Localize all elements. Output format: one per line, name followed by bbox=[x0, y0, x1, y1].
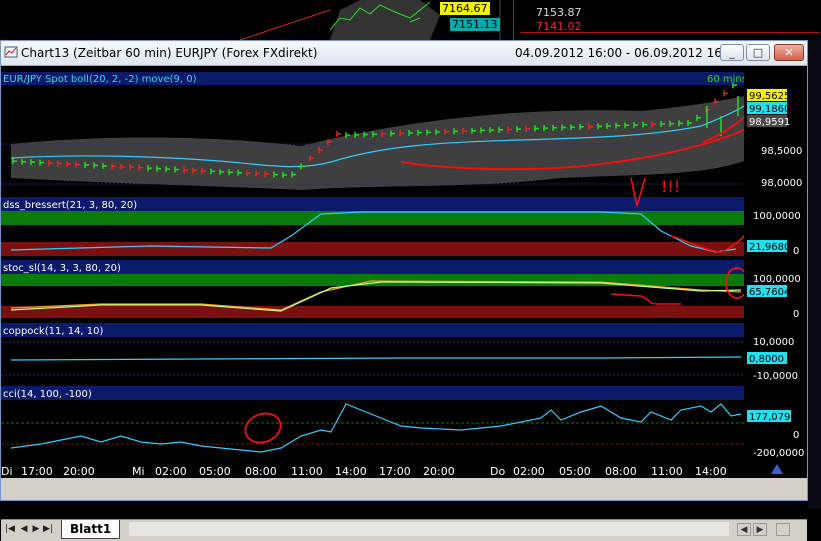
window-title: Chart13 (Zeitbar 60 min) EURJPY (Forex F… bbox=[21, 46, 318, 60]
stoc-panel-label: stoc_sl(14, 3, 3, 80, 20) bbox=[3, 263, 121, 274]
chart-window: Chart13 (Zeitbar 60 min) EURJPY (Forex F… bbox=[0, 40, 808, 541]
cci-axis-tick-1: 0 bbox=[793, 430, 799, 441]
sheet-tab[interactable]: Blatt1 bbox=[61, 520, 121, 539]
boll-mid-value: 99,1860 bbox=[749, 104, 790, 115]
chart-canvas[interactable]: EUR/JPY Spot boll(20, 2, -2) move(9, 0) … bbox=[1, 66, 807, 478]
sheet-bar: |◀ ◀ ▶ ▶| Blatt1 ◀ ▶ bbox=[1, 519, 807, 541]
stoc-oversold-band bbox=[1, 306, 744, 318]
boll-low-value: 98,9591 bbox=[749, 117, 790, 128]
time-tick-label: 20:00 bbox=[423, 465, 455, 478]
stoc-panel: stoc_sl(14, 3, 3, 80, 20) 100,0000 65,76… bbox=[1, 260, 807, 323]
time-tick-label: 02:00 bbox=[155, 465, 187, 478]
time-tick-label: Do bbox=[490, 465, 505, 478]
first-sheet-button[interactable]: |◀ bbox=[5, 523, 15, 536]
cci-value: 177,0794 bbox=[749, 412, 797, 423]
time-tick-label: 05:00 bbox=[199, 465, 231, 478]
time-tick-label: 14:00 bbox=[695, 465, 727, 478]
time-axis: Di 17:00 20:00 Mi 02:00 05:00 08:00 11:00 14:00 1… bbox=[1, 462, 807, 478]
chart-area[interactable]: EUR/JPY Spot boll(20, 2, -2) move(9, 0) … bbox=[1, 66, 807, 478]
dss-panel: dss_bressert(21, 3, 80, 20) !!! 100,0000… bbox=[1, 177, 807, 260]
time-tick-label: Mi bbox=[132, 465, 145, 478]
horizontal-scrollbar[interactable] bbox=[129, 522, 729, 536]
cci-panel: cci(14, 100, -100) 177,0794 0 -200,0000 bbox=[1, 386, 807, 459]
annotation-exclamation: !!! bbox=[661, 177, 680, 196]
time-tick-label: 11:00 bbox=[291, 465, 323, 478]
coppock-panel-header bbox=[1, 323, 744, 337]
scroll-right-button[interactable]: ▶ bbox=[753, 523, 767, 536]
quote-high: 7153.87 bbox=[536, 6, 582, 19]
time-tick-label: 08:00 bbox=[245, 465, 277, 478]
price-panel-label: EUR/JPY Spot boll(20, 2, -2) move(9, 0) bbox=[3, 74, 197, 85]
cci-panel-header bbox=[1, 386, 744, 400]
minimize-icon: _ bbox=[729, 46, 735, 59]
time-tick-label: 11:00 bbox=[651, 465, 683, 478]
time-tick-label: 17:00 bbox=[379, 465, 411, 478]
time-tick-label: Di bbox=[1, 465, 13, 478]
time-tick-label: 08:00 bbox=[605, 465, 637, 478]
date-range: 04.09.2012 16:00 - 06.09.2012 16:00 bbox=[515, 46, 742, 60]
coppock-panel-label: coppock(11, 14, 10) bbox=[3, 326, 104, 337]
background-level-line bbox=[520, 32, 820, 33]
minimize-button[interactable]: _ bbox=[720, 44, 744, 61]
chart-window-icon bbox=[4, 46, 18, 58]
prev-sheet-button[interactable]: ◀ bbox=[19, 523, 29, 536]
dss-axis-tick-1: 100,0000 bbox=[753, 211, 801, 222]
price-last-value: 99,5625 bbox=[749, 91, 790, 102]
maximize-icon: □ bbox=[752, 46, 764, 59]
dss-panel-label: dss_bressert(21, 3, 80, 20) bbox=[3, 200, 137, 211]
stoc-axis-tick-1: 100,0000 bbox=[753, 274, 801, 285]
quote-bid: 7151.13 bbox=[450, 18, 500, 31]
stoc-annotation bbox=[610, 293, 681, 305]
coppock-axis-tick-1: 10,0000 bbox=[753, 337, 794, 348]
price-axis-tick-2: 98,0000 bbox=[761, 178, 802, 189]
scroll-left-button[interactable]: ◀ bbox=[737, 523, 751, 536]
coppock-line bbox=[10, 356, 742, 361]
time-tick-label: 17:00 bbox=[21, 465, 53, 478]
cci-annotation-circle bbox=[244, 412, 282, 444]
title-bar[interactable]: Chart13 (Zeitbar 60 min) EURJPY (Forex F… bbox=[1, 41, 807, 66]
price-axis-tick-1: 98,5000 bbox=[761, 146, 802, 157]
time-tick-label: 05:00 bbox=[559, 465, 591, 478]
maximize-button[interactable]: □ bbox=[746, 44, 770, 61]
coppock-panel: coppock(11, 14, 10) 10,0000 0,8000 -10,0… bbox=[1, 323, 807, 386]
close-icon: ✕ bbox=[784, 46, 794, 59]
cci-panel-label: cci(14, 100, -100) bbox=[3, 389, 92, 400]
coppock-value: 0,8000 bbox=[749, 354, 784, 365]
timeframe-label: 60 mins bbox=[707, 74, 747, 85]
dss-oversold-band bbox=[1, 242, 744, 256]
dss-axis-tick-2: 0 bbox=[793, 246, 799, 257]
background-right-strip bbox=[808, 40, 821, 509]
time-tick-label: 14:00 bbox=[335, 465, 367, 478]
last-sheet-button[interactable]: ▶| bbox=[43, 523, 53, 536]
price-panel: EUR/JPY Spot boll(20, 2, -2) move(9, 0) … bbox=[1, 72, 807, 197]
stoc-axis-tick-2: 0 bbox=[793, 309, 799, 320]
coppock-axis-tick-2: -10,0000 bbox=[753, 371, 798, 382]
next-sheet-button[interactable]: ▶ bbox=[31, 523, 41, 536]
scroll-corner bbox=[776, 523, 790, 536]
sheet-tab-label: Blatt1 bbox=[70, 522, 112, 536]
cci-line bbox=[10, 403, 742, 453]
stoc-value: 65,7604 bbox=[749, 287, 790, 298]
background-chart-left bbox=[0, 0, 513, 40]
bollinger-band bbox=[11, 96, 744, 190]
close-button[interactable]: ✕ bbox=[774, 44, 804, 61]
dss-value: 21,9680 bbox=[749, 242, 790, 253]
cci-axis-tick-2: -200,0000 bbox=[753, 448, 804, 459]
time-tick-label: 02:00 bbox=[513, 465, 545, 478]
time-tick-label: 20:00 bbox=[63, 465, 95, 478]
quote-last: 7164.67 bbox=[440, 2, 490, 15]
